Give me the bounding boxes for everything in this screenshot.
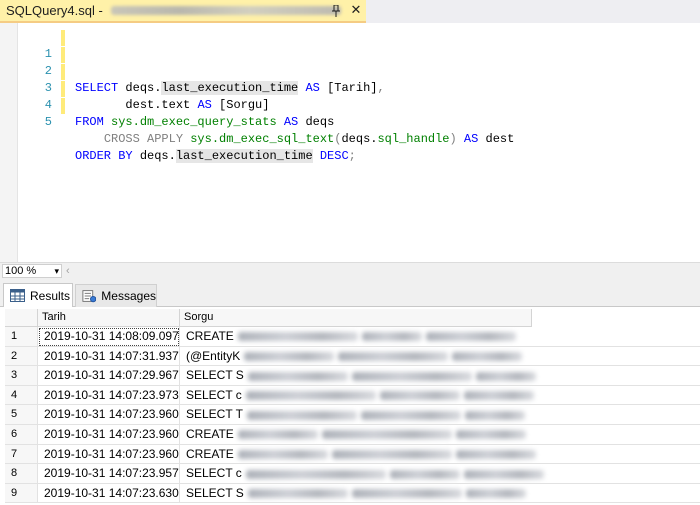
change-marker xyxy=(61,30,65,46)
tab-messages-label: Messages xyxy=(101,289,156,303)
scroll-left-icon[interactable]: ‹ xyxy=(66,264,70,278)
change-marker xyxy=(61,64,65,80)
results-tab-strip: Results Messages xyxy=(0,279,700,307)
table-row[interactable]: 9 2019-10-31 14:07:23.630 SELECT S xyxy=(5,483,700,504)
zoom-value: 100 % xyxy=(5,265,37,277)
table-row[interactable]: 8 2019-10-31 14:07:23.957 SELECT c xyxy=(5,464,700,484)
cell-sorgu[interactable]: SELECT c xyxy=(180,464,700,484)
row-number[interactable]: 7 xyxy=(5,444,38,465)
code-line-2: 2 dest.text AS [Sorgu] xyxy=(0,46,700,112)
code-line-3: 3 FROM sys.dm_exec_query_stats AS deqs xyxy=(0,63,700,129)
table-row[interactable]: 5 2019-10-31 14:07:23.960 SELECT T xyxy=(5,405,700,425)
row-number[interactable]: 6 xyxy=(5,425,38,445)
cell-tarih[interactable]: 2019-10-31 14:07:23.973 xyxy=(38,385,180,406)
table-row[interactable]: 1 2019-10-31 14:08:09.097 CREATE xyxy=(5,327,700,347)
cell-sorgu[interactable]: SELECT S xyxy=(180,366,700,386)
column-header-sorgu[interactable]: Sorgu xyxy=(180,309,532,327)
code-text: FROM sys.dm_exec_query_stats AS deqs xyxy=(75,115,335,129)
cell-sorgu[interactable]: CREATE xyxy=(180,327,700,347)
code-line-1: 1 SELECT deqs.last_execution_time AS [Ta… xyxy=(0,29,700,95)
cell-sorgu[interactable]: SELECT c xyxy=(180,385,700,406)
code-text: ORDER BY deqs.last_execution_time DESC; xyxy=(75,149,356,163)
cell-sorgu[interactable]: CREATE xyxy=(180,425,700,445)
tab-messages[interactable]: Messages xyxy=(75,284,157,307)
tab-results[interactable]: Results xyxy=(3,283,73,307)
table-row[interactable]: 4 2019-10-31 14:07:23.973 SELECT c xyxy=(5,385,700,406)
cell-tarih[interactable]: 2019-10-31 14:07:23.960 xyxy=(38,444,180,465)
row-number[interactable]: 5 xyxy=(5,405,38,425)
grid-header: Tarih Sorgu xyxy=(5,309,532,327)
code-line-5: 5 ORDER BY deqs.last_execution_time DESC… xyxy=(0,97,700,163)
table-row[interactable]: 2 2019-10-31 14:07:31.937 (@EntityK xyxy=(5,346,700,367)
cell-tarih[interactable]: 2019-10-31 14:07:31.937 xyxy=(38,346,180,367)
pin-icon[interactable] xyxy=(331,5,341,17)
chevron-down-icon: ▾ xyxy=(54,266,59,276)
change-marker xyxy=(61,81,65,97)
row-number[interactable]: 4 xyxy=(5,385,38,406)
row-number[interactable]: 1 xyxy=(5,327,38,347)
code-text: CROSS APPLY sys.dm_exec_sql_text(deqs.sq… xyxy=(103,132,515,146)
cell-tarih[interactable]: 2019-10-31 14:07:23.630 xyxy=(38,483,180,504)
cell-sorgu[interactable]: (@EntityK xyxy=(180,346,700,367)
cell-tarih[interactable]: 2019-10-31 14:07:23.960 xyxy=(38,405,180,425)
cell-sorgu[interactable]: SELECT S xyxy=(180,483,700,504)
document-tab-strip: SQLQuery4.sql - ✕ xyxy=(0,0,700,23)
messages-icon xyxy=(82,290,97,303)
table-row[interactable]: 7 2019-10-31 14:07:23.960 CREATE xyxy=(5,444,700,465)
cell-tarih[interactable]: 2019-10-31 14:08:09.097 xyxy=(38,327,180,347)
results-grid[interactable]: Tarih Sorgu 1 2019-10-31 14:08:09.097 CR… xyxy=(0,307,700,505)
row-number[interactable]: 3 xyxy=(5,366,38,386)
zoom-bar: 100 % ▾ ‹ xyxy=(0,262,700,279)
column-header-tarih[interactable]: Tarih xyxy=(38,309,180,327)
row-number[interactable]: 8 xyxy=(5,464,38,484)
cell-sorgu[interactable]: SELECT T xyxy=(180,405,700,425)
document-tab[interactable]: SQLQuery4.sql - xyxy=(0,0,366,23)
cell-tarih[interactable]: 2019-10-31 14:07:29.967 xyxy=(38,366,180,386)
change-marker xyxy=(61,47,65,63)
sql-editor[interactable]: 1 SELECT deqs.last_execution_time AS [Ta… xyxy=(0,23,700,262)
redacted-connection-info xyxy=(110,6,341,15)
zoom-dropdown[interactable]: 100 % ▾ xyxy=(2,264,62,278)
cell-tarih[interactable]: 2019-10-31 14:07:23.957 xyxy=(38,464,180,484)
table-row[interactable]: 3 2019-10-31 14:07:29.967 SELECT S xyxy=(5,366,700,386)
cell-tarih[interactable]: 2019-10-31 14:07:23.960 xyxy=(38,425,180,445)
grid-icon xyxy=(10,289,25,302)
close-tab-icon[interactable]: ✕ xyxy=(348,2,364,18)
document-tab-title: SQLQuery4.sql - xyxy=(6,3,103,18)
line-number: 5 xyxy=(44,115,52,129)
cell-sorgu[interactable]: CREATE xyxy=(180,444,700,465)
tab-results-label: Results xyxy=(30,288,71,303)
table-row[interactable]: 6 2019-10-31 14:07:23.960 CREATE xyxy=(5,425,700,445)
code-line-4: 4 CROSS APPLY sys.dm_exec_sql_text(deqs.… xyxy=(0,80,700,146)
row-number-header[interactable] xyxy=(5,309,38,327)
change-marker xyxy=(61,98,65,114)
row-number[interactable]: 2 xyxy=(5,346,38,367)
row-number[interactable]: 9 xyxy=(5,483,38,504)
